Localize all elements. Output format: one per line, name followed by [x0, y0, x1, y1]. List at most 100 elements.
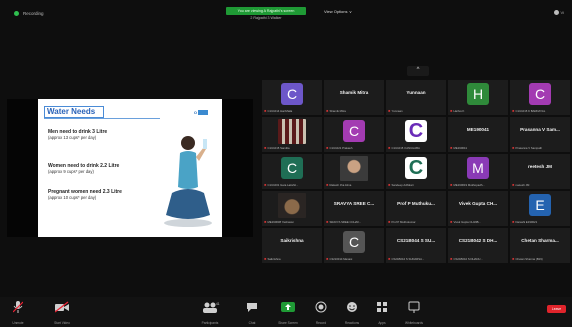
participant-tile[interactable]: C ✖ Sandeep Adhikari [386, 154, 446, 189]
slide-divider [44, 118, 160, 119]
participant-tile[interactable]: C ✖ C1U1014 HarrMaila [262, 80, 322, 115]
participant-caption: ✖ C3210014 Manasi [326, 257, 382, 261]
muted-microphone-icon: ✖ [326, 220, 329, 224]
participant-display-name: Saikrishna [280, 238, 304, 243]
slide-logo-mark [198, 110, 208, 115]
muted-microphone-icon: ✖ [512, 109, 515, 113]
participant-display-name: CS21B044 S SU... [396, 238, 436, 243]
participant-tile[interactable]: CS21B042 S DH... ✖ CS21B042 S DHANU... [448, 228, 508, 263]
share-screen-icon [272, 300, 304, 312]
participant-tile[interactable]: C ✖ C1U1021 Prakash [324, 117, 384, 152]
participant-avatar: H [467, 83, 489, 105]
participant-display-name: Shamik Mitra [339, 90, 369, 95]
participant-caption-name: ME190038 Yashaswi [267, 220, 294, 224]
apps-label: Apps [378, 321, 386, 325]
participant-tile[interactable]: ✖ Rakesh Jha Alma [324, 154, 384, 189]
record-button[interactable]: Record [305, 300, 337, 325]
participant-caption-name: Darashi E190021 [515, 220, 538, 224]
unmute-button[interactable]: Unmute [2, 300, 34, 325]
participant-tile[interactable]: Chetan Sharma... ✖ Chetan Sharma (B19) [510, 228, 570, 263]
participant-caption: ✖ Prasanna V Sampath [512, 146, 568, 150]
muted-microphone-icon: ✖ [326, 257, 329, 261]
participant-tile[interactable]: E ✖ Darashi E190021 [510, 191, 570, 226]
participant-tile[interactable]: M ✖ ME190019 Mukhopadh... [448, 154, 508, 189]
participants-button[interactable]: 41 Participants [194, 300, 226, 325]
participant-tile[interactable]: C ✖ C1U1015 3 ANUHABA [386, 117, 446, 152]
leave-button[interactable]: Leave [547, 305, 566, 313]
slide-title: Water Needs [44, 106, 104, 118]
participant-tile[interactable]: C ✖ C1U1001 Gara Lakshit... [262, 154, 322, 189]
view-options-button[interactable]: View Options v [324, 9, 352, 14]
muted-microphone-icon: ✖ [388, 109, 391, 113]
participant-caption: ✖ Saikrishna [264, 257, 320, 261]
participant-caption: ✖ C1U1015 3 ANUHABA [388, 146, 444, 150]
participant-tile[interactable]: Prasanna V Sam... ✖ Prasanna V Sampath [510, 117, 570, 152]
chat-icon [236, 300, 268, 312]
participant-tile[interactable]: reetesh JM ✖ reetesh JM [510, 154, 570, 189]
chat-button[interactable]: Chat [236, 300, 268, 325]
participant-caption-name: Shamik Mitra [329, 109, 346, 113]
participants-icon [194, 300, 226, 313]
fact-subtext: (approx 10 cups* per day) [48, 195, 97, 200]
start-video-label: Start Video [54, 321, 70, 325]
participant-caption-name: reetesh JM [515, 183, 530, 187]
chevron-down-icon: v [349, 9, 352, 14]
fact-men: Men need to drink 3 Litre (approx 13 cup… [48, 129, 107, 140]
participant-caption-name: Saikrishna [267, 257, 281, 261]
muted-microphone-icon: ✖ [264, 220, 267, 224]
participant-display-name: SRAVYA SREE C... [333, 201, 375, 206]
participant-caption-name: SRAVYA SREE CCHAV... [329, 220, 362, 224]
participant-count: 41 [216, 302, 220, 306]
participant-display-name: ME190041 [466, 127, 490, 132]
participant-avatar: C [405, 157, 427, 179]
participant-caption: ✖ C1U1001 Gara Lakshit... [264, 183, 320, 187]
muted-microphone-icon: ✖ [326, 183, 329, 187]
unmute-label: Unmute [12, 321, 24, 325]
participant-avatar: C [343, 120, 365, 142]
participant-caption: ✖ C1U1014 HarrMaila [264, 109, 320, 113]
whiteboards-button[interactable]: Whiteboards [398, 300, 430, 325]
apps-button[interactable]: Apps [366, 300, 398, 325]
participant-avatar: M [467, 157, 489, 179]
share-screen-button[interactable]: Share Screen [272, 300, 304, 325]
participant-tile[interactable]: ✖ C1U1015 Sandita [262, 117, 322, 152]
participant-tile[interactable]: Shamik Mitra ✖ Shamik Mitra [324, 80, 384, 115]
participant-caption-name: Chetan Sharma (B19) [515, 257, 543, 261]
participant-caption-name: Prasanna V Sampath [515, 146, 543, 150]
muted-microphone-icon: ✖ [512, 183, 515, 187]
reactions-label: Reactions [344, 321, 360, 325]
participant-tile[interactable]: Saikrishna ✖ Saikrishna [262, 228, 322, 263]
muted-microphone-icon: ✖ [264, 183, 267, 187]
muted-microphone-icon: ✖ [326, 109, 329, 113]
participant-tile[interactable]: C ✖ C3210014 Manasi [324, 228, 384, 263]
participant-tile[interactable]: H ✖ Harfus K [448, 80, 508, 115]
muted-microphone-icon: ✖ [264, 109, 267, 113]
fact-subtext: (approx 9 cups* per day) [48, 169, 94, 174]
participant-caption: ✖ Darashi E190021 [512, 220, 568, 224]
participant-tile[interactable]: SRAVYA SREE C... ✖ SRAVYA SREE CCHAV... [324, 191, 384, 226]
participant-caption: ✖ ME190019 Mukhopadh... [450, 183, 506, 187]
participant-caption-name: C1U1021 Prakash [329, 146, 353, 150]
participant-video [340, 156, 368, 181]
participant-avatar: C [405, 120, 427, 142]
participant-tile[interactable]: Vivek Gupta CH... ✖ Vivek Gupta CH19B... [448, 191, 508, 226]
view-toggle-button[interactable]: Vi [553, 10, 564, 15]
record-icon [305, 300, 337, 313]
participant-tile[interactable]: CS21B044 S SU... ✖ CS21B044 S SUDARSA... [386, 228, 446, 263]
reactions-button[interactable]: Reactions [336, 300, 368, 325]
muted-microphone-icon: ✖ [388, 146, 391, 150]
participant-tile[interactable]: Yunnaan ✖ Yunnaan [386, 80, 446, 115]
fact-women: Women need to drink 2.2 Litre (approx 9 … [48, 163, 119, 174]
video-camera-icon [46, 300, 78, 313]
share-screen-label: Share Screen [278, 321, 298, 325]
participant-tile[interactable]: C ✖ C1U1015 K BARDAYAL [510, 80, 570, 115]
start-video-button[interactable]: Start Video [46, 300, 78, 325]
recording-indicator: Recording [14, 11, 44, 16]
participant-tile[interactable]: ME190041 ✖ ME190041 [448, 117, 508, 152]
participant-avatar: C [343, 231, 365, 253]
participant-gallery: C ✖ C1U1014 HarrMaila Shamik Mitra ✖ Shamik M… [262, 80, 570, 263]
participant-caption: ✖ Rakesh Jha Alma [326, 183, 382, 187]
participant-tile[interactable]: Prof P Muthuku... ✖ Prof P Muthukumar [386, 191, 446, 226]
participant-tile[interactable]: ✖ ME190038 Yashaswi [262, 191, 322, 226]
gallery-collapse-button[interactable]: ^ [407, 66, 429, 76]
